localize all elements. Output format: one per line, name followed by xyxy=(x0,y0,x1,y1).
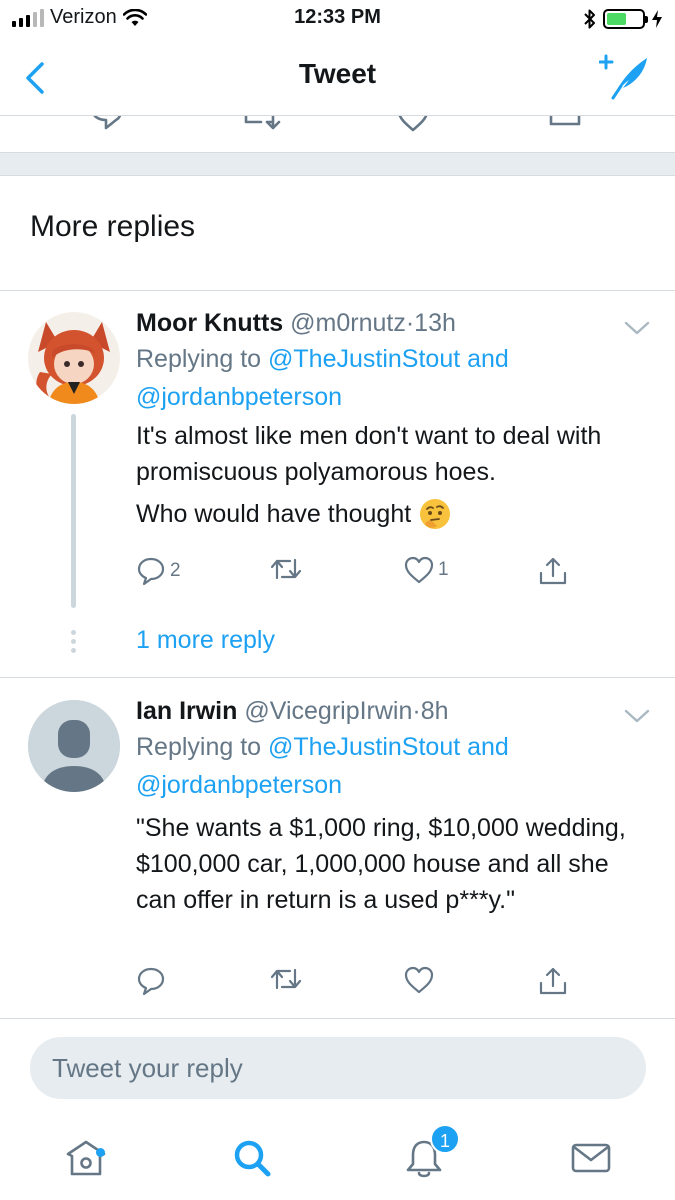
replying-to-label: Replying to xyxy=(136,345,269,373)
mention-link[interactable]: @jordanbpeterson xyxy=(136,383,342,411)
share-action[interactable] xyxy=(538,556,568,586)
timestamp: 13h xyxy=(414,309,456,337)
compose-tweet-icon[interactable] xyxy=(599,54,651,100)
reply-tweet[interactable]: Ian Irwin @VicegripIrwin·8h Replying to … xyxy=(0,678,675,1016)
retweet-action[interactable] xyxy=(270,556,306,582)
display-name[interactable]: Ian Irwin xyxy=(136,697,237,725)
reply-icon[interactable] xyxy=(88,116,124,132)
status-right-group xyxy=(583,8,663,30)
display-name[interactable]: Moor Knutts xyxy=(136,309,283,337)
anime-avatar-image xyxy=(28,312,120,404)
reply-tweet[interactable]: Moor Knutts @m0rnutz·13h Replying to @Th… xyxy=(0,290,675,676)
home-unread-dot xyxy=(96,1148,105,1157)
mention-joiner: and xyxy=(460,345,509,373)
notifications-badge: 1 xyxy=(430,1124,460,1154)
like-count: 1 xyxy=(438,559,449,580)
avatar[interactable] xyxy=(28,312,120,404)
reply-icon xyxy=(137,557,165,586)
tweet-actions xyxy=(136,966,596,1006)
retweet-icon xyxy=(270,558,302,580)
tweet-text: It's almost like men don't want to deal … xyxy=(136,422,602,486)
navigation-bar: Tweet xyxy=(0,38,675,116)
thread-connector-line xyxy=(71,414,76,608)
status-bar: Verizon 12:33 PM xyxy=(0,0,675,38)
replying-to: Replying to @TheJustinStout and @jordanb… xyxy=(136,340,656,416)
replying-to: Replying to @TheJustinStout and @jordanb… xyxy=(136,728,656,804)
reply-icon xyxy=(137,967,165,996)
share-icon xyxy=(539,557,567,585)
reply-count: 2 xyxy=(170,560,181,581)
page-title: Tweet xyxy=(298,58,377,89)
more-replies-heading: More replies xyxy=(30,210,196,243)
user-handle[interactable]: @VicegripIrwin xyxy=(244,697,412,725)
share-icon[interactable] xyxy=(548,116,582,134)
user-handle[interactable]: @m0rnutz xyxy=(290,309,406,337)
like-action[interactable]: 1 xyxy=(404,556,449,584)
reply-header: Ian Irwin @VicegripIrwin·8h xyxy=(136,694,656,728)
status-time: 12:33 PM xyxy=(294,6,381,28)
bluetooth-icon xyxy=(584,9,595,29)
tweet-actions: 2 1 xyxy=(136,556,596,596)
battery-icon xyxy=(603,9,648,29)
separator-dot: · xyxy=(405,309,415,337)
mention-link[interactable]: @TheJustinStout xyxy=(268,345,460,373)
like-icon[interactable] xyxy=(396,116,430,134)
default-avatar-icon xyxy=(28,700,120,792)
messages-envelope-icon[interactable] xyxy=(567,1134,615,1182)
tweet-text: Who would have thought xyxy=(136,500,412,528)
retweet-action[interactable] xyxy=(270,966,306,992)
retweet-icon xyxy=(270,968,302,990)
section-separator xyxy=(0,152,675,176)
mention-link[interactable]: @TheJustinStout xyxy=(268,733,460,761)
tab-bar xyxy=(0,1120,675,1200)
tweet-text: "She wants a $1,000 ring, $10,000 weddin… xyxy=(136,814,626,914)
reply-content: Ian Irwin @VicegripIrwin·8h Replying to … xyxy=(136,694,656,918)
heart-icon xyxy=(404,966,434,994)
like-action[interactable] xyxy=(404,966,438,994)
separator-dot: · xyxy=(412,697,421,725)
avatar[interactable] xyxy=(28,700,120,792)
replying-to-label: Replying to xyxy=(136,733,269,761)
share-action[interactable] xyxy=(538,966,568,996)
heart-icon xyxy=(404,556,434,584)
reply-composer-bar: Tweet your reply xyxy=(0,1018,675,1120)
reply-action[interactable] xyxy=(136,966,170,996)
home-icon[interactable] xyxy=(62,1134,110,1182)
tweet-text-line: Who would have thought xyxy=(136,496,656,532)
mention-link[interactable]: @jordanbpeterson xyxy=(136,771,342,799)
main-tweet-actions-partial xyxy=(0,116,675,152)
charging-icon xyxy=(652,10,662,28)
reply-input[interactable]: Tweet your reply xyxy=(30,1037,646,1099)
search-icon[interactable] xyxy=(228,1134,276,1182)
reply-content: Moor Knutts @m0rnutz·13h Replying to @Th… xyxy=(136,306,656,532)
retweet-icon[interactable] xyxy=(243,116,283,132)
more-replies-link[interactable]: 1 more reply xyxy=(136,626,275,655)
thinking-face-emoji-icon xyxy=(420,499,451,529)
mention-joiner: and xyxy=(460,733,509,761)
reply-action[interactable]: 2 xyxy=(136,556,181,586)
reply-header: Moor Knutts @m0rnutz·13h xyxy=(136,306,656,340)
share-icon xyxy=(539,967,567,995)
timestamp: 8h xyxy=(420,697,449,725)
more-replies-dots xyxy=(71,630,76,657)
